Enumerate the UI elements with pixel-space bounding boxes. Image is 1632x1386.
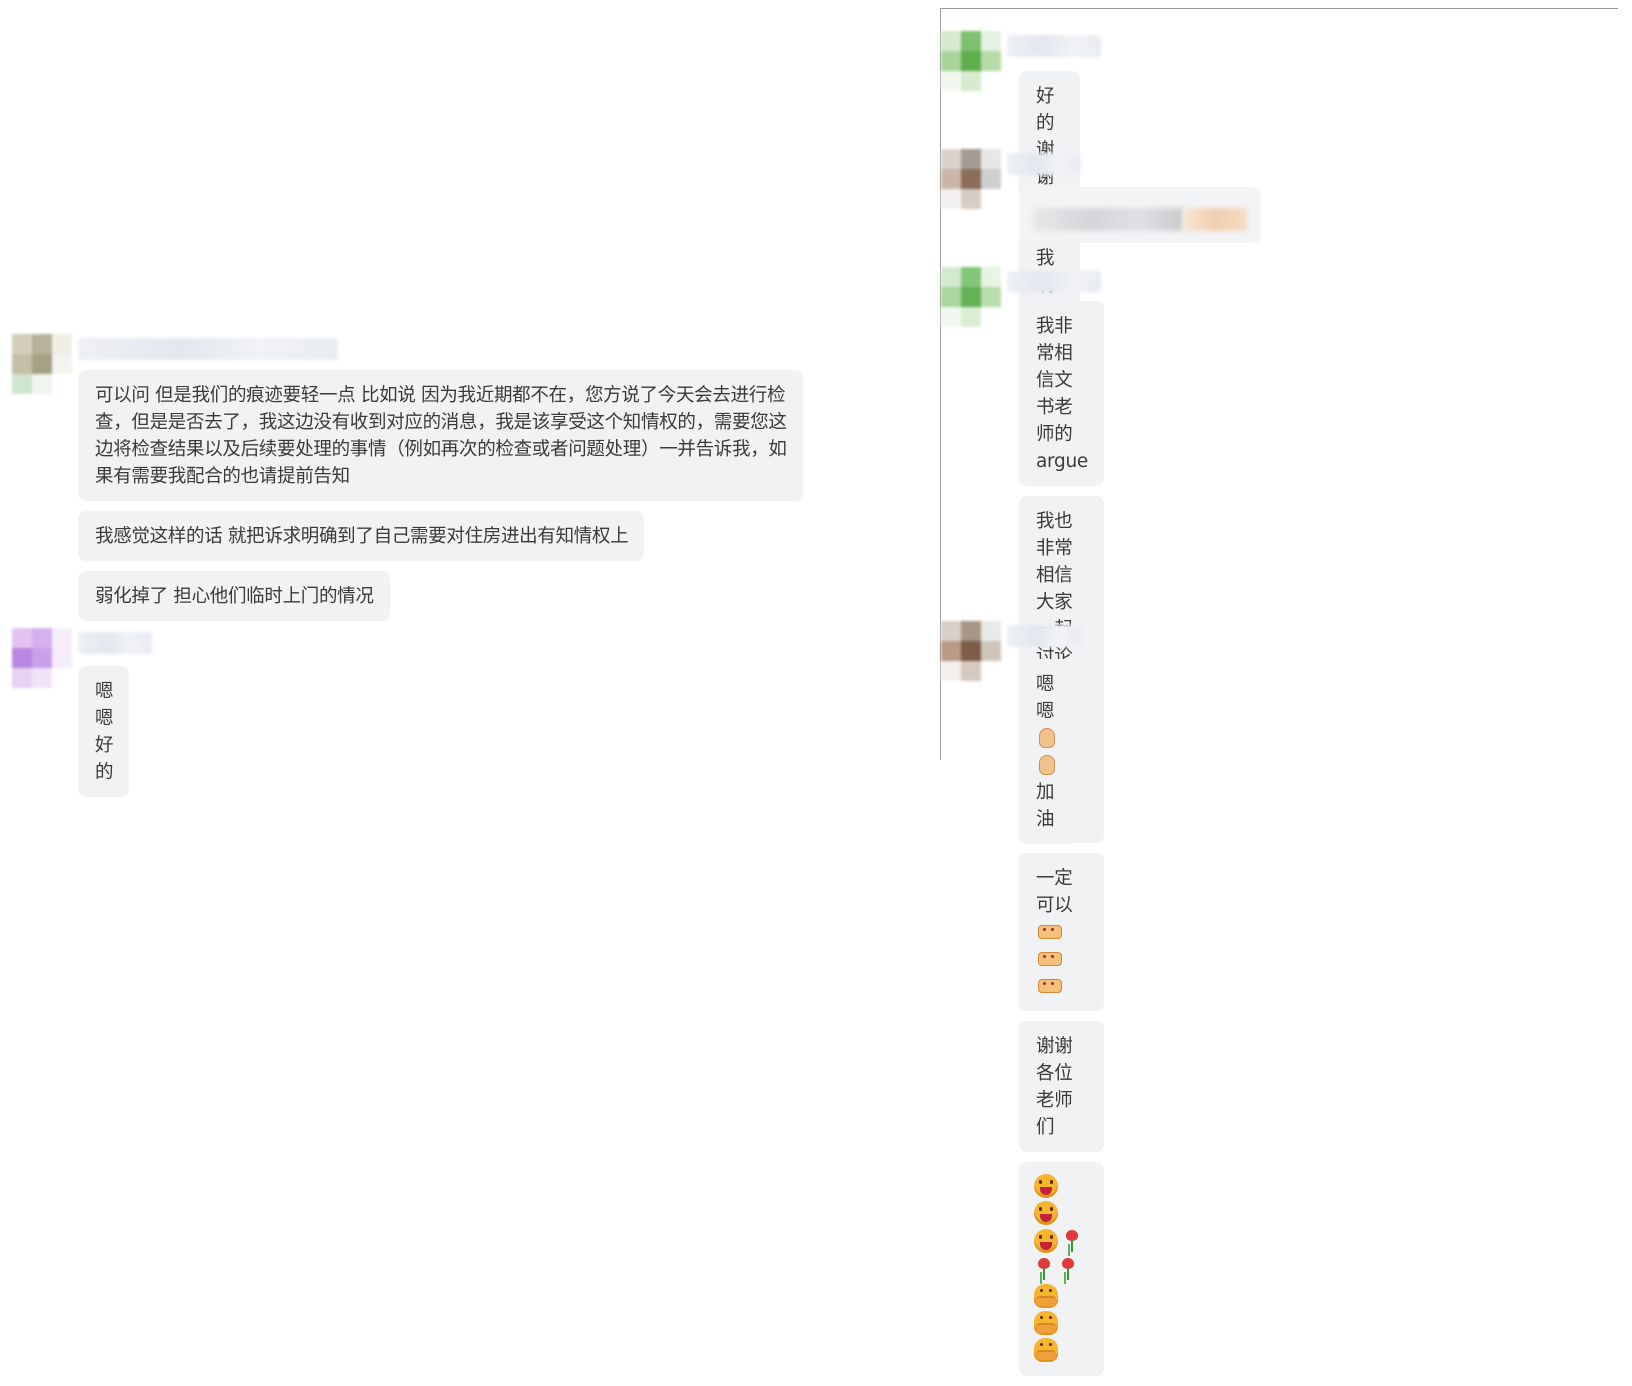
left-chat-panel: 可以问 但是我们的痕迹要轻一点 比如说 因为我近期都不在，您方说了今天会去进行检… <box>0 0 880 797</box>
message-bubble[interactable]: 我感觉这样的话 就把诉求明确到了自己需要对住房进出有知情权上 <box>78 511 645 561</box>
sender-name-blurred <box>1007 271 1101 293</box>
message-bubble[interactable]: 一定可以 <box>1019 853 1104 1011</box>
hug-emoji-icon <box>1034 1311 1058 1335</box>
rose-emoji-icon <box>1058 1256 1078 1282</box>
avatar[interactable] <box>941 149 1001 209</box>
sender-name-blurred <box>1007 35 1101 57</box>
avatar[interactable] <box>941 31 1001 93</box>
sender-name-blurred <box>78 338 338 360</box>
face-emoji-icon <box>1034 1201 1058 1225</box>
message-bubble[interactable]: 可以问 但是我们的痕迹要轻一点 比如说 因为我近期都不在，您方说了今天会去进行检… <box>78 370 803 501</box>
face-emoji-icon <box>1034 1229 1058 1253</box>
right-chat-panel: 好的 谢谢老师 我明白 我非常相信文书老师的argue 我也非常相信大家一起讨论… <box>940 8 1618 1376</box>
avatar[interactable] <box>12 334 72 396</box>
message-text: 嗯嗯 <box>1036 674 1055 722</box>
sender-name-blurred <box>1007 625 1081 647</box>
hug-emoji-icon <box>1034 1338 1058 1362</box>
message-bubble[interactable]: 我非常相信文书老师的argue <box>1019 301 1104 486</box>
rose-emoji-icon <box>1034 1256 1054 1282</box>
sender-name-blurred <box>1007 153 1081 175</box>
face-emoji-icon <box>1034 1174 1058 1198</box>
fist-emoji-icon <box>1037 752 1059 776</box>
message-bubble[interactable]: 弱化掉了 担心他们临时上门的情况 <box>78 571 390 621</box>
rose-emoji-icon <box>1062 1228 1082 1254</box>
avatar[interactable] <box>941 267 1001 329</box>
avatar[interactable] <box>12 628 72 688</box>
message-bubble[interactable] <box>1019 1162 1104 1376</box>
message-bubble-blurred[interactable] <box>1019 187 1261 243</box>
message-bubble[interactable]: 谢谢各位老师们 <box>1019 1021 1104 1152</box>
sender-name-blurred <box>78 632 152 654</box>
hug-emoji-icon <box>1034 1284 1058 1308</box>
fist-emoji-icon <box>1037 725 1059 749</box>
avatar[interactable] <box>941 621 1001 681</box>
message-text: 一定可以 <box>1036 868 1073 916</box>
message-text: 加油 <box>1036 782 1055 830</box>
message-bubble[interactable]: 嗯嗯 加油 <box>1019 659 1078 844</box>
bow-emoji-icon <box>1037 922 1063 940</box>
bow-emoji-icon <box>1037 976 1063 994</box>
bow-emoji-icon <box>1037 949 1063 967</box>
message-bubble[interactable]: 嗯嗯好的 <box>78 666 130 797</box>
